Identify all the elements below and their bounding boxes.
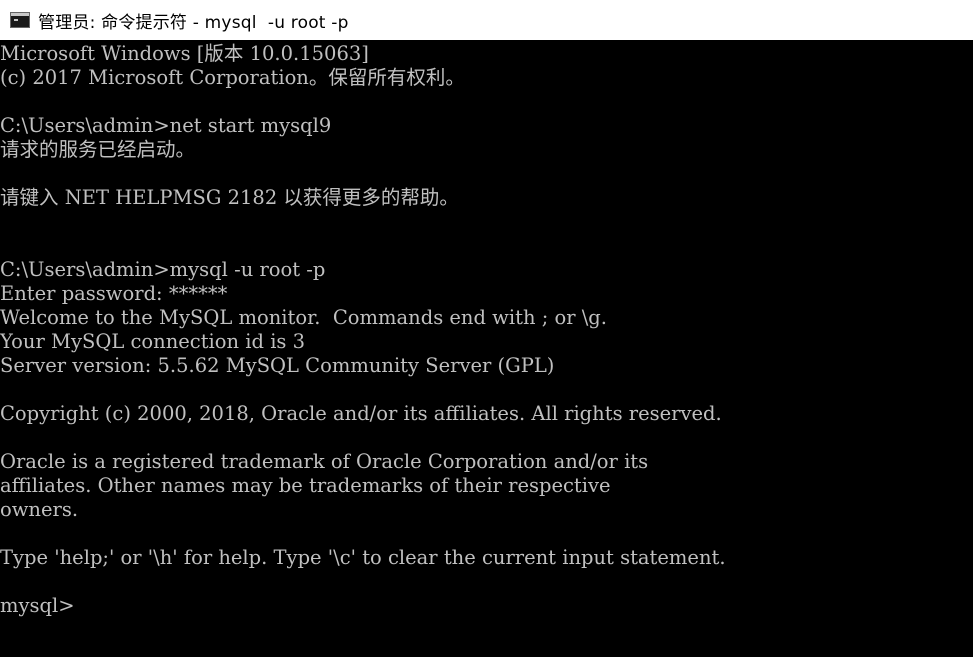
console-line: Oracle is a registered trademark of Orac… xyxy=(0,450,649,473)
console-line: Copyright (c) 2000, 2018, Oracle and/or … xyxy=(0,402,722,425)
cmd-icon xyxy=(10,12,30,28)
console-line: Microsoft Windows [版本 10.0.15063] xyxy=(0,42,369,65)
console-line: owners. xyxy=(0,498,79,521)
console-line: 请求的服务已经启动。 xyxy=(0,138,196,161)
console-output[interactable]: Microsoft Windows [版本 10.0.15063] (c) 20… xyxy=(0,42,973,657)
console-line: 请键入 NET HELPMSG 2182 以获得更多的帮助。 xyxy=(0,186,459,209)
cmd-window: 管理员: 命令提示符 - mysql -u root -p Microsoft … xyxy=(0,0,973,657)
title-bar[interactable]: 管理员: 命令提示符 - mysql -u root -p xyxy=(0,0,973,40)
mysql-prompt[interactable]: mysql> xyxy=(0,594,973,618)
console-line: Server version: 5.5.62 MySQL Community S… xyxy=(0,354,555,377)
console-line: Welcome to the MySQL monitor. Commands e… xyxy=(0,306,607,329)
console-line: affiliates. Other names may be trademark… xyxy=(0,474,611,497)
console-line: C:\Users\admin>net start mysql9 xyxy=(0,114,332,137)
window-title: 管理员: 命令提示符 - mysql -u root -p xyxy=(38,12,349,33)
console-line: (c) 2017 Microsoft Corporation。保留所有权利。 xyxy=(0,66,465,89)
console-line: Enter password: ****** xyxy=(0,282,228,305)
console-line: Type 'help;' or '\h' for help. Type '\c'… xyxy=(0,546,726,569)
console-line: Your MySQL connection id is 3 xyxy=(0,330,306,353)
console-line: C:\Users\admin>mysql -u root -p xyxy=(0,258,326,281)
